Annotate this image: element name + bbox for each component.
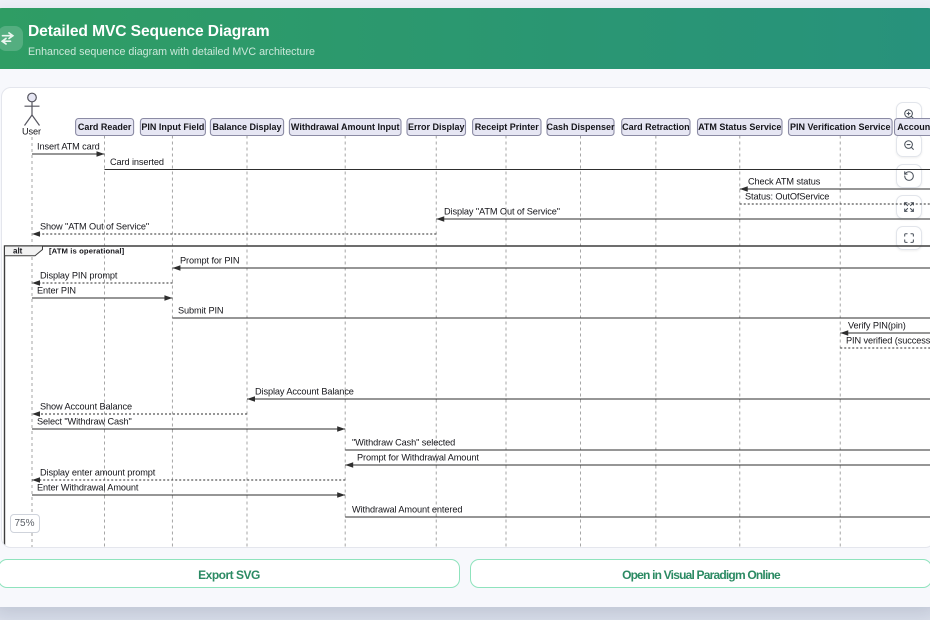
svg-text:Withdrawal Amount Input: Withdrawal Amount Input [291, 121, 400, 131]
svg-text:ATM Status Service: ATM Status Service [698, 121, 781, 131]
svg-text:Select "Withdraw Cash": Select "Withdraw Cash" [37, 416, 132, 426]
svg-text:Submit PIN: Submit PIN [178, 305, 223, 315]
svg-text:Check ATM status: Check ATM status [748, 176, 821, 186]
svg-text:Status: OutOfService: Status: OutOfService [745, 191, 829, 201]
svg-text:Display enter amount prompt: Display enter amount prompt [40, 467, 156, 477]
svg-text:Card Retraction: Card Retraction [622, 121, 690, 131]
svg-text:Enter Withdrawal Amount: Enter Withdrawal Amount [37, 482, 139, 492]
svg-text:Card Reader: Card Reader [78, 121, 132, 131]
svg-text:Prompt for Withdrawal Amount: Prompt for Withdrawal Amount [357, 452, 479, 462]
svg-text:Error Display: Error Display [408, 121, 465, 131]
svg-text:Show Account Balance: Show Account Balance [40, 401, 132, 411]
svg-text:Display Account Balance: Display Account Balance [255, 386, 354, 396]
svg-text:alt: alt [13, 246, 23, 255]
svg-text:Cash Dispenser: Cash Dispenser [546, 121, 615, 131]
svg-text:Prompt for PIN: Prompt for PIN [180, 255, 239, 265]
svg-text:User: User [22, 126, 41, 136]
svg-text:Show "ATM Out of Service": Show "ATM Out of Service" [40, 221, 149, 231]
svg-text:Account Service: Account Service [897, 121, 930, 131]
svg-text:PIN Input Field: PIN Input Field [141, 121, 204, 131]
svg-text:Insert ATM card: Insert ATM card [37, 141, 100, 151]
svg-text:Receipt Printer: Receipt Printer [475, 121, 540, 131]
svg-text:Balance Display: Balance Display [212, 121, 281, 131]
svg-text:"Withdraw Cash" selected: "Withdraw Cash" selected [352, 437, 455, 447]
svg-text:PIN verified (success): PIN verified (success) [846, 335, 930, 345]
svg-text:Verify PIN(pin): Verify PIN(pin) [848, 320, 906, 330]
svg-text:Card inserted: Card inserted [110, 157, 164, 167]
svg-text:Display PIN prompt: Display PIN prompt [40, 270, 118, 280]
svg-text:Enter PIN: Enter PIN [37, 285, 76, 295]
svg-text:Display "ATM Out of Service": Display "ATM Out of Service" [444, 206, 560, 216]
svg-text:[ATM is operational]: [ATM is operational] [49, 246, 125, 255]
svg-text:PIN Verification Service: PIN Verification Service [790, 121, 891, 131]
svg-text:Withdrawal Amount entered: Withdrawal Amount entered [352, 504, 462, 514]
